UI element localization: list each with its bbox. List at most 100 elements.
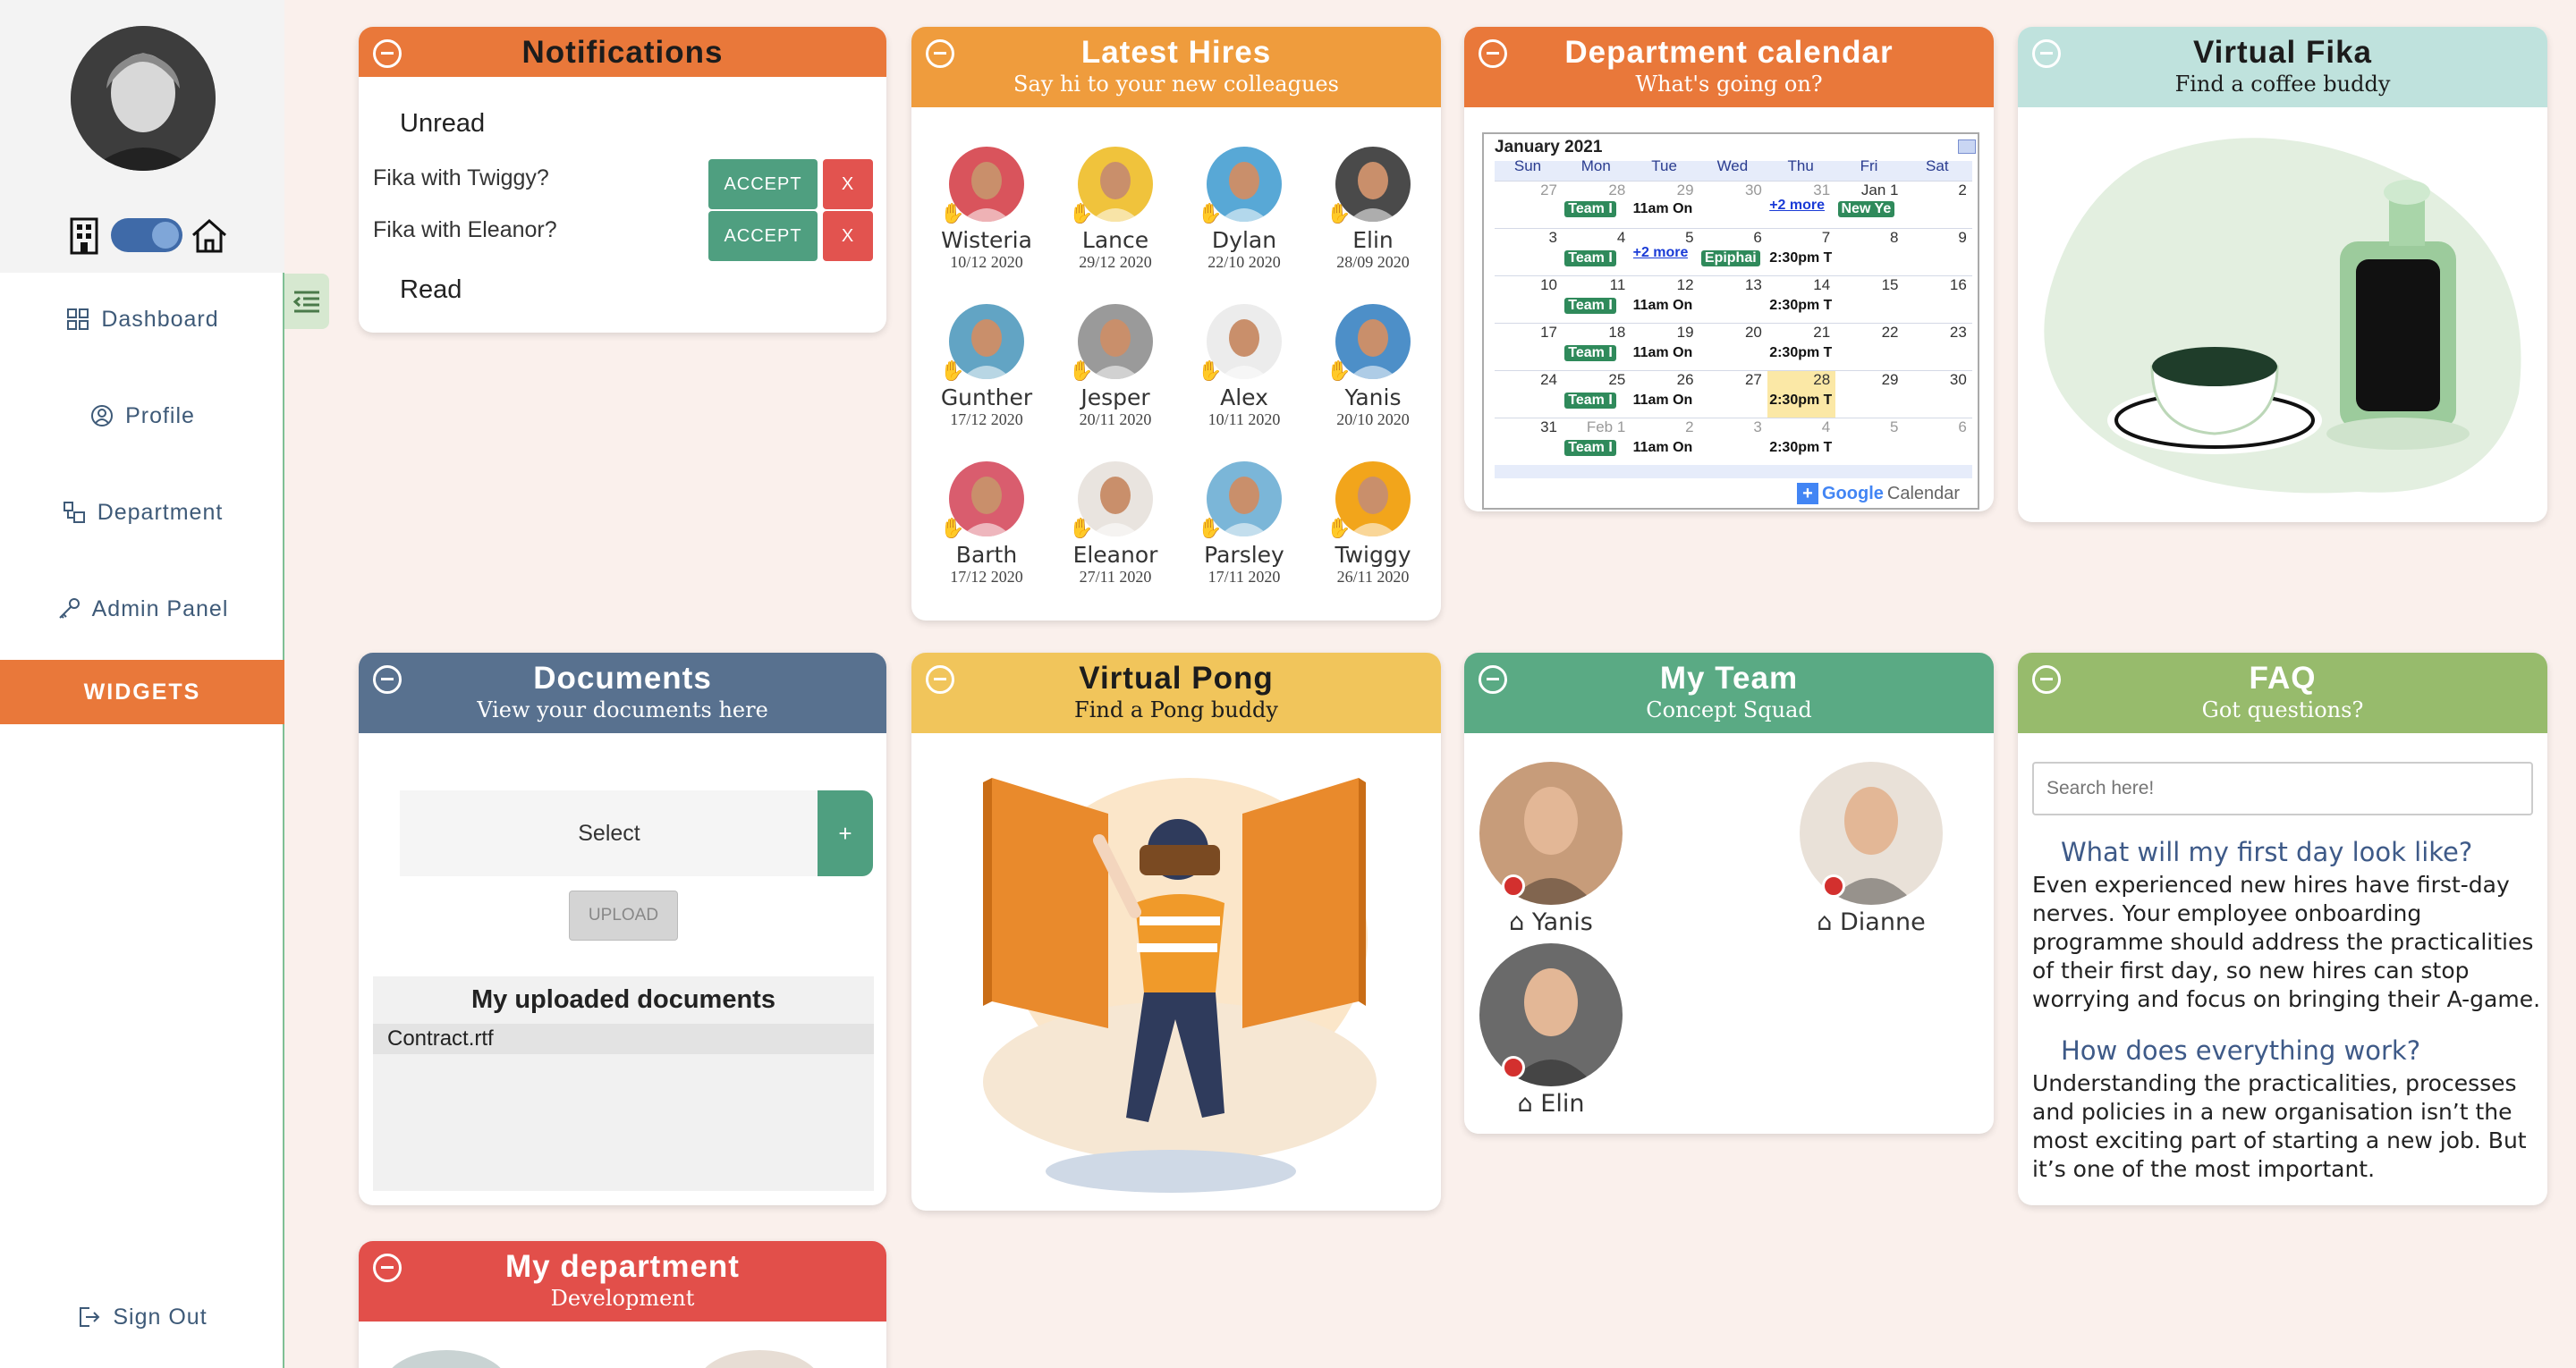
- hire-item[interactable]: ✋ Wisteria 10/12 2020: [924, 147, 1049, 272]
- department-member-avatar[interactable]: [697, 1350, 822, 1368]
- upload-button[interactable]: UPLOAD: [569, 891, 678, 941]
- wave-hand-icon[interactable]: ✋: [940, 517, 964, 540]
- calendar-date[interactable]: 29: [1836, 371, 1899, 389]
- calendar-date[interactable]: 16: [1904, 276, 1967, 294]
- hire-item[interactable]: ✋ Dylan 22/10 2020: [1182, 147, 1307, 272]
- calendar-event[interactable]: Team I: [1564, 201, 1616, 217]
- accept-button[interactable]: ACCEPT: [708, 159, 818, 209]
- minimize-icon[interactable]: [926, 665, 954, 694]
- calendar-event[interactable]: 2:30pm T: [1769, 345, 1832, 361]
- calendar-date[interactable]: 14: [1767, 276, 1830, 294]
- calendar-event[interactable]: Epiphai: [1700, 250, 1760, 266]
- google-calendar-embed[interactable]: January 2021 Sun Mon Tue Wed Thu Fri Sat 27 28 29…: [1482, 132, 1979, 510]
- calendar-date[interactable]: 17: [1495, 324, 1557, 342]
- wave-hand-icon[interactable]: ✋: [940, 359, 964, 383]
- hire-item[interactable]: ✋ Barth 17/12 2020: [924, 461, 1049, 587]
- calendar-event[interactable]: 2:30pm T: [1769, 393, 1832, 409]
- calendar-date[interactable]: 3: [1495, 229, 1557, 247]
- calendar-dropdown-icon[interactable]: [1958, 139, 1976, 154]
- hire-item[interactable]: ✋ Lance 29/12 2020: [1053, 147, 1178, 272]
- minimize-icon[interactable]: [2032, 665, 2061, 694]
- minimize-icon[interactable]: [1479, 665, 1507, 694]
- calendar-date[interactable]: 21: [1767, 324, 1830, 342]
- calendar-date[interactable]: 10: [1495, 276, 1557, 294]
- calendar-event[interactable]: 2:30pm T: [1769, 298, 1832, 314]
- avatar[interactable]: [71, 26, 216, 171]
- faq-question[interactable]: How does everything work?: [2061, 1035, 2420, 1066]
- calendar-date[interactable]: 28: [1767, 371, 1830, 389]
- calendar-event[interactable]: 11am On: [1633, 298, 1693, 314]
- calendar-date[interactable]: 13: [1699, 276, 1762, 294]
- calendar-date[interactable]: 8: [1836, 229, 1898, 247]
- calendar-event[interactable]: Team I: [1564, 393, 1616, 409]
- hire-item[interactable]: ✋ Twiggy 26/11 2020: [1310, 461, 1436, 587]
- wave-hand-icon[interactable]: ✋: [1198, 359, 1222, 383]
- faq-question[interactable]: What will my first day look like?: [2061, 837, 2472, 867]
- wave-hand-icon[interactable]: ✋: [1326, 359, 1351, 383]
- calendar-date[interactable]: 6: [1699, 229, 1761, 247]
- wave-hand-icon[interactable]: ✋: [1198, 517, 1222, 540]
- calendar-date[interactable]: 3: [1699, 418, 1761, 436]
- document-item[interactable]: Contract.rtf: [373, 1024, 874, 1054]
- google-calendar-badge[interactable]: + Google Calendar: [1797, 479, 1976, 508]
- calendar-date[interactable]: 29: [1631, 182, 1694, 199]
- calendar-date[interactable]: 7: [1767, 229, 1830, 247]
- accept-button[interactable]: ACCEPT: [708, 211, 818, 261]
- calendar-date[interactable]: 23: [1904, 324, 1967, 342]
- hire-item[interactable]: ✋ Gunther 17/12 2020: [924, 304, 1049, 429]
- calendar-date[interactable]: Jan 1: [1836, 182, 1899, 199]
- sidebar-collapse-button[interactable]: [284, 274, 329, 329]
- calendar-event[interactable]: Team I: [1564, 440, 1616, 456]
- calendar-event[interactable]: 11am On: [1633, 440, 1693, 456]
- calendar-date[interactable]: 4: [1767, 418, 1830, 436]
- calendar-event[interactable]: 11am On: [1633, 345, 1693, 361]
- hire-item[interactable]: ✋ Parsley 17/11 2020: [1182, 461, 1307, 587]
- calendar-date[interactable]: 19: [1631, 324, 1694, 342]
- calendar-date[interactable]: 12: [1631, 276, 1694, 294]
- calendar-event[interactable]: Team I: [1564, 250, 1616, 266]
- hire-item[interactable]: ✋ Alex 10/11 2020: [1182, 304, 1307, 429]
- calendar-date[interactable]: 31: [1495, 418, 1557, 436]
- calendar-event[interactable]: Team I: [1564, 298, 1616, 314]
- team-member[interactable]: ⌂ Dianne: [1795, 762, 1947, 936]
- calendar-date[interactable]: 2: [1631, 418, 1693, 436]
- calendar-date[interactable]: 28: [1563, 182, 1625, 199]
- calendar-date[interactable]: 15: [1836, 276, 1899, 294]
- reject-button[interactable]: X: [823, 211, 873, 261]
- nav-admin-panel[interactable]: Admin Panel: [0, 582, 284, 636]
- calendar-event[interactable]: Team I: [1564, 345, 1616, 361]
- wave-hand-icon[interactable]: ✋: [1326, 202, 1351, 225]
- calendar-date[interactable]: 4: [1563, 229, 1625, 247]
- faq-search-input[interactable]: [2032, 762, 2533, 815]
- calendar-date[interactable]: 31: [1767, 182, 1830, 199]
- calendar-event[interactable]: 11am On: [1633, 201, 1693, 217]
- calendar-date[interactable]: Feb 1: [1563, 418, 1625, 436]
- calendar-date[interactable]: 25: [1563, 371, 1625, 389]
- add-document-button[interactable]: +: [818, 790, 873, 876]
- document-select[interactable]: Select: [400, 790, 818, 876]
- minimize-icon[interactable]: [373, 1254, 402, 1282]
- calendar-event[interactable]: +2 more: [1633, 245, 1689, 261]
- calendar-event[interactable]: +2 more: [1769, 198, 1825, 214]
- hire-item[interactable]: ✋ Elin 28/09 2020: [1310, 147, 1436, 272]
- wave-hand-icon[interactable]: ✋: [1326, 517, 1351, 540]
- calendar-event[interactable]: 2:30pm T: [1769, 440, 1832, 456]
- calendar-date[interactable]: 26: [1631, 371, 1694, 389]
- nav-profile[interactable]: Profile: [0, 389, 284, 443]
- nav-widgets[interactable]: WIDGETS: [0, 660, 284, 724]
- calendar-date[interactable]: 27: [1495, 182, 1557, 199]
- calendar-date[interactable]: 24: [1495, 371, 1557, 389]
- department-member-avatar[interactable]: [384, 1350, 509, 1368]
- calendar-date[interactable]: 30: [1699, 182, 1762, 199]
- calendar-date[interactable]: 9: [1904, 229, 1966, 247]
- calendar-date[interactable]: 30: [1904, 371, 1967, 389]
- minimize-icon[interactable]: [2032, 39, 2061, 68]
- minimize-icon[interactable]: [373, 39, 402, 68]
- calendar-date[interactable]: 5: [1631, 229, 1693, 247]
- calendar-event[interactable]: 2:30pm T: [1769, 250, 1832, 266]
- team-member[interactable]: ⌂ Yanis: [1475, 762, 1627, 936]
- wave-hand-icon[interactable]: ✋: [1069, 517, 1093, 540]
- location-switch[interactable]: [111, 218, 182, 252]
- location-toggle[interactable]: [66, 213, 236, 258]
- team-member[interactable]: ⌂ Elin: [1475, 943, 1627, 1118]
